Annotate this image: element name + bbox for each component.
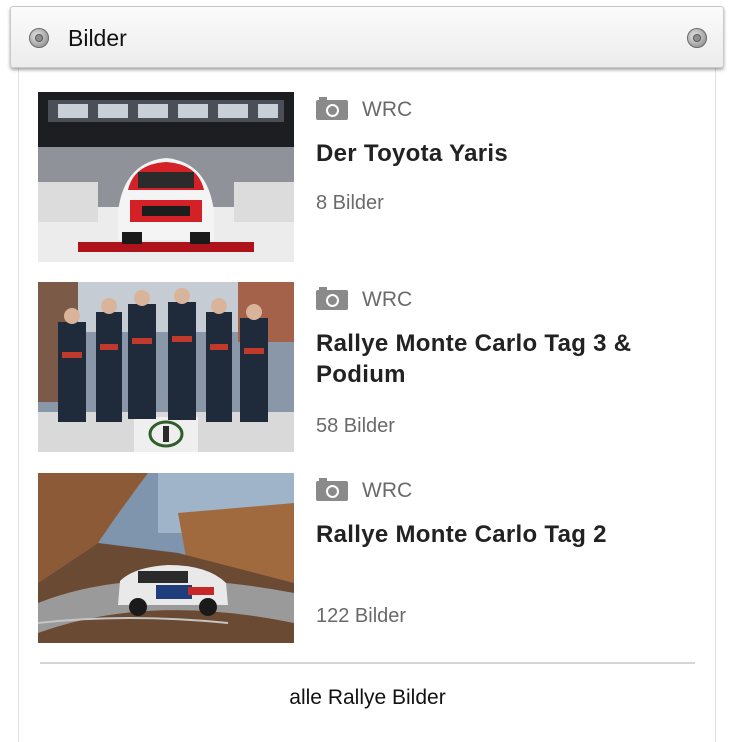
screw-right-icon — [687, 28, 707, 48]
category-label: WRC — [362, 288, 413, 311]
image-count: 8 Bilder — [316, 192, 384, 214]
gallery-title-link[interactable]: Rallye Monte Carlo Tag 2 — [316, 519, 636, 550]
thumbnail-rally-car[interactable] — [38, 473, 294, 643]
thumbnail-podium[interactable] — [38, 282, 294, 452]
camera-icon — [316, 97, 348, 120]
gallery-item-toyota-yaris[interactable]: WRC Der Toyota Yaris 8 Bilder — [38, 92, 678, 262]
screw-left-icon — [29, 28, 49, 48]
category-label: WRC — [362, 479, 413, 502]
camera-icon — [316, 287, 348, 310]
gallery-title-link[interactable]: Rallye Monte Carlo Tag 3 & Podium — [316, 328, 636, 390]
image-count: 58 Bilder — [316, 415, 395, 437]
divider — [40, 662, 695, 664]
gallery-item-monte-carlo-tag2[interactable]: WRC Rallye Monte Carlo Tag 2 122 Bilder — [38, 473, 678, 643]
camera-icon — [316, 478, 348, 501]
gallery-title-link[interactable]: Der Toyota Yaris — [316, 138, 656, 169]
gallery-item-monte-carlo-tag3[interactable]: WRC Rallye Monte Carlo Tag 3 & Podium 58… — [38, 282, 678, 452]
category-label: WRC — [362, 98, 413, 121]
image-count: 122 Bilder — [316, 605, 407, 627]
thumbnail-toyota-yaris[interactable] — [38, 92, 294, 262]
all-images-link[interactable]: alle Rallye Bilder — [0, 686, 729, 710]
section-header: Bilder — [10, 6, 724, 68]
header-title: Bilder — [68, 25, 127, 51]
